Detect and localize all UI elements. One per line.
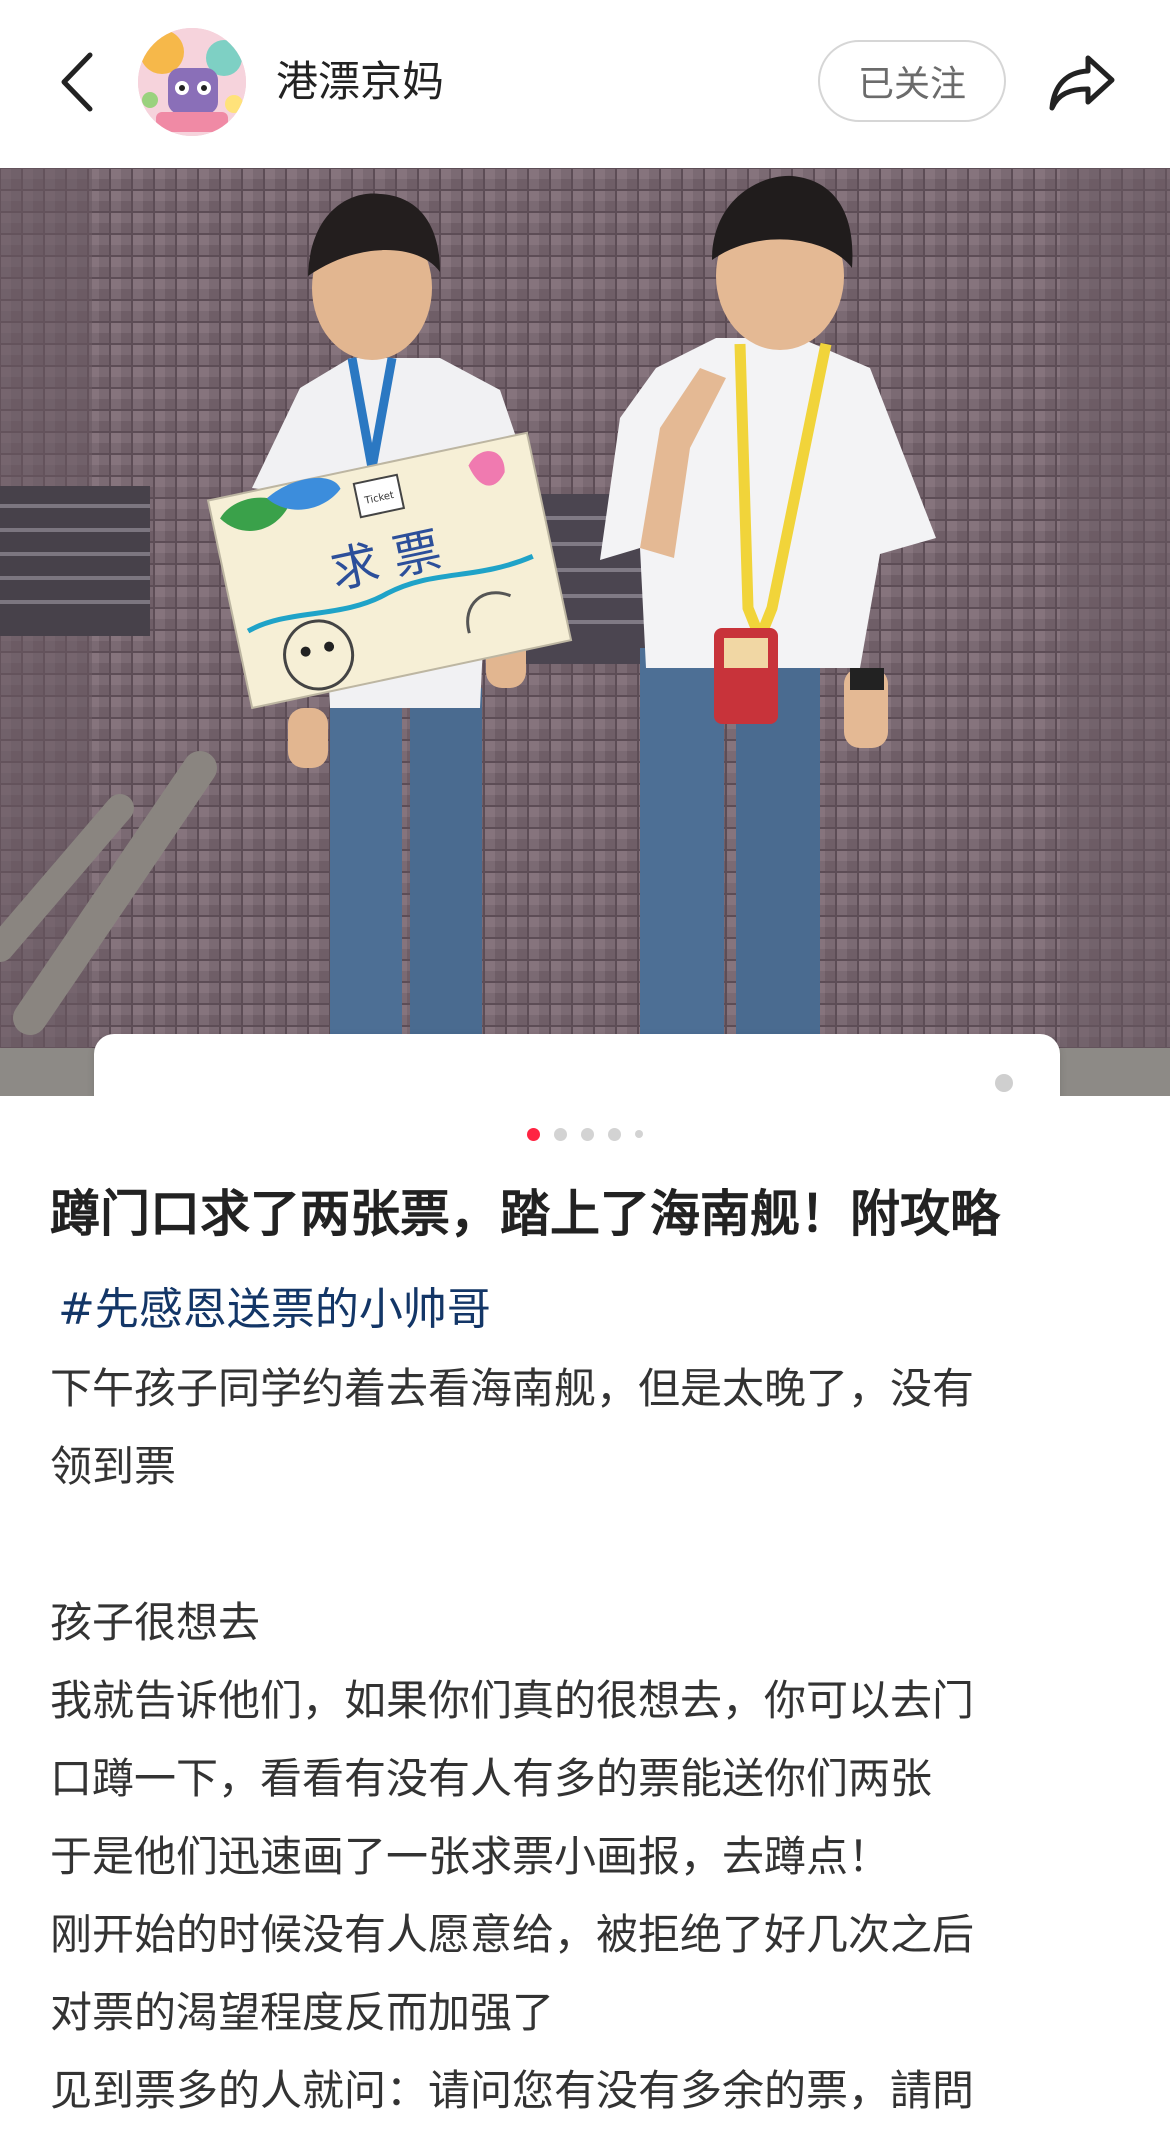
pager-dot-2[interactable] [554, 1127, 567, 1141]
photo-overlay-card[interactable] [94, 1034, 1060, 1096]
back-button[interactable] [46, 42, 106, 122]
pager-dot-1[interactable] [527, 1127, 540, 1141]
following-button[interactable]: 已关注 [818, 40, 1006, 122]
post-photo-carousel[interactable]: Ticket 求 票 [0, 168, 1170, 1096]
avatar-illustration [138, 28, 246, 136]
post-body-line: 我就告诉他们，如果你们真的很想去，你可以去门 [50, 1676, 975, 1725]
share-button[interactable] [1046, 46, 1118, 118]
post-body-line: 下午孩子同学约着去看海南舰，但是太晚了，没有 [50, 1364, 975, 1413]
top-navigation-bar: 港漂京妈 已关注 [0, 0, 1170, 168]
post-title: 蹲门口求了两张票，踏上了海南舰！附攻略 [50, 1185, 1000, 1243]
post-body-line: 见到票多的人就问：请问您有没有多余的票，請問 [50, 2066, 975, 2115]
share-arrow-icon [1049, 55, 1115, 111]
post-body-line: 刚开始的时候没有人愿意给，被拒绝了好几次之后 [50, 1910, 975, 1959]
author-avatar[interactable] [138, 28, 246, 136]
chevron-left-icon [61, 52, 93, 112]
pager-dot-3[interactable] [581, 1127, 594, 1141]
post-photo: Ticket 求 票 [0, 168, 1170, 1096]
post-body: 下午孩子同学约着去看海南舰，但是太晚了，没有 领到票 孩子很想去 我就告诉他们，… [50, 1350, 1130, 2130]
post-body-line: 孩子很想去 [50, 1598, 261, 1647]
vertical-dots-icon [995, 1074, 1013, 1092]
post-body-line: 对票的渴望程度反而加强了 [50, 1988, 555, 2037]
post-body-line [50, 1506, 1130, 1584]
carousel-pager [0, 1124, 1170, 1144]
post-body-line: 口蹲一下，看看有没有人有多的票能送你们两张 [50, 1754, 933, 1803]
pager-dot-5[interactable] [635, 1130, 643, 1138]
post-hashtag[interactable]: #先感恩送票的小帅哥 [58, 1274, 491, 1346]
post-body-line: 于是他们迅速画了一张求票小画报，去蹲点！ [50, 1832, 891, 1881]
pager-dot-4[interactable] [608, 1127, 621, 1141]
author-username[interactable]: 港漂京妈 [276, 50, 444, 114]
post-body-line: 领到票 [50, 1442, 177, 1491]
more-options-button[interactable] [984, 1074, 1024, 1096]
